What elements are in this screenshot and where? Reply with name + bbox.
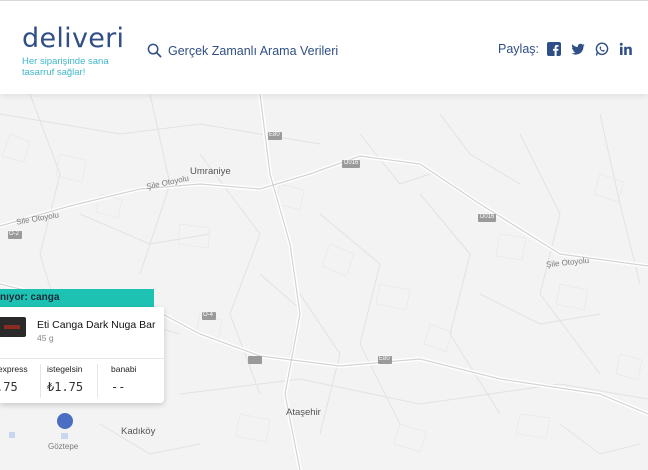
map-label-goztepe: Göztepe [48, 442, 79, 451]
logo[interactable]: deliveri Her siparişinde sana tasarruf s… [22, 23, 142, 78]
column-separator [40, 364, 41, 398]
store-column-1: iexpress .75 [0, 364, 44, 398]
logo-text: deliveri [22, 23, 125, 54]
map-view[interactable]: Umraniye Ataşehir Kadıköy Göztepe Şile O… [0, 94, 648, 470]
store-name: banabi [111, 364, 137, 374]
map-label-atasehir: Ataşehir [286, 407, 321, 418]
search-icon [147, 43, 162, 58]
store-name: istegelsin [47, 364, 83, 374]
facebook-icon[interactable] [547, 42, 561, 56]
product-image [0, 317, 26, 337]
store-column-3: banabi -- [111, 364, 159, 398]
linkedin-icon[interactable] [619, 42, 633, 56]
map-label-umraniye: Umraniye [190, 166, 231, 177]
map-label-kadikoy: Kadıköy [121, 426, 156, 437]
product-size: 45 g [37, 333, 54, 343]
road-shield-d016: D016 [344, 160, 359, 166]
location-marker[interactable] [57, 413, 73, 429]
search-status-bar: nıyor: canga [0, 289, 154, 307]
store-price: -- [111, 380, 126, 394]
product-name: Eti Canga Dark Nuga Bar [37, 319, 156, 331]
product-card[interactable]: Eti Canga Dark Nuga Bar 45 g iexpress .7… [0, 307, 164, 403]
share-bar: Paylaş: [498, 42, 643, 56]
store-name: iexpress [0, 364, 28, 374]
column-separator [97, 364, 98, 398]
road-shield-o4: O-4 [203, 312, 214, 318]
whatsapp-icon[interactable] [595, 42, 609, 56]
store-column-2: istegelsin ₺1.75 [47, 364, 95, 398]
card-divider [0, 358, 164, 359]
road-shield-o2: O-2 [9, 231, 20, 237]
realtime-search-link[interactable]: Gerçek Zamanlı Arama Verileri [147, 43, 338, 58]
realtime-search-label: Gerçek Zamanlı Arama Verileri [168, 43, 339, 58]
map-roads [0, 94, 648, 470]
road-shield-e80-south: E80 [379, 356, 390, 362]
share-label: Paylaş: [498, 42, 539, 56]
store-price: ₺1.75 [47, 380, 84, 394]
road-shield-e80: E80 [269, 132, 280, 138]
store-price: .75 [0, 380, 18, 394]
tagline: Her siparişinde sana tasarruf sağlar! [22, 56, 109, 78]
twitter-icon[interactable] [571, 42, 585, 56]
top-header: deliveri Her siparişinde sana tasarruf s… [0, 0, 648, 94]
road-shield-d016-east: D016 [480, 214, 495, 220]
